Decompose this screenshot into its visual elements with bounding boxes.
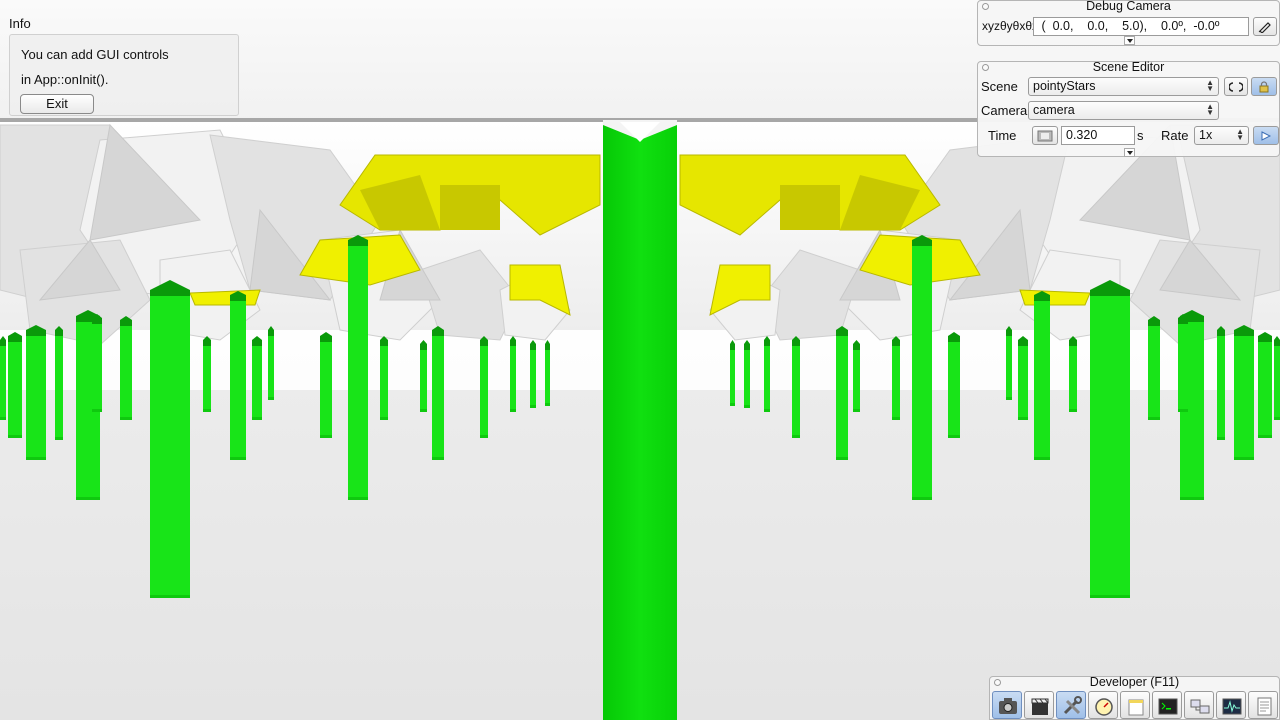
- camera-reset-button[interactable]: [1253, 17, 1277, 36]
- network-icon: [1190, 699, 1210, 714]
- camera-coords-label: xyzθyθxθz: [982, 19, 1039, 33]
- debug-camera-window: Debug Camera xyzθyθxθz ( 0.0, 0.0, 5.0),…: [977, 0, 1280, 46]
- developer-tool-button[interactable]: [1088, 691, 1118, 719]
- info-text-line-1: You can add GUI controls: [21, 47, 169, 62]
- debug-camera-title: Debug Camera: [1086, 0, 1171, 13]
- speedometer-icon: [1095, 698, 1113, 716]
- info-text-line-2: in App::onInit().: [21, 72, 109, 87]
- info-pane: You can add GUI controls in App::onInit(…: [9, 34, 239, 116]
- chevron-down-icon[interactable]: [1124, 36, 1135, 45]
- scene-dropdown-value: pointyStars: [1033, 79, 1096, 93]
- time-unit-label: s: [1137, 128, 1144, 143]
- camera-icon: [999, 698, 1017, 714]
- updown-arrow-icon: ▲ ▼: [1206, 102, 1214, 117]
- rate-label: Rate: [1161, 128, 1189, 143]
- info-window-title: Info: [9, 16, 31, 31]
- developer-tool-button[interactable]: [1024, 691, 1054, 719]
- time-label: Time: [988, 128, 1017, 143]
- window-icon: [1128, 699, 1144, 716]
- scene-editor-title: Scene Editor: [1092, 60, 1165, 74]
- developer-tool-button[interactable]: [1216, 691, 1246, 719]
- time-field[interactable]: 0.320: [1061, 126, 1135, 145]
- developer-tool-button[interactable]: [992, 691, 1022, 719]
- rate-dropdown[interactable]: 1x ▲ ▼: [1194, 126, 1249, 145]
- lock-scene-button[interactable]: [1251, 77, 1277, 96]
- info-window: Info You can add GUI controls in App::on…: [0, 13, 240, 117]
- camera-coords-field[interactable]: ( 0.0, 0.0, 5.0), 0.0º, -0.0º: [1033, 17, 1249, 36]
- developer-tool-button[interactable]: [1184, 691, 1214, 719]
- camera-dropdown[interactable]: camera ▲ ▼: [1028, 101, 1219, 120]
- chevron-down-icon[interactable]: [1124, 148, 1135, 157]
- window-close-icon[interactable]: [994, 679, 1001, 686]
- clapperboard-icon: [1031, 698, 1049, 715]
- play-icon: [1261, 130, 1271, 141]
- reload-icon: [1229, 81, 1243, 92]
- terminal-icon: [1158, 698, 1178, 715]
- time-rewind-button[interactable]: [1032, 126, 1058, 145]
- rate-dropdown-value: 1x: [1199, 128, 1213, 142]
- exit-button[interactable]: Exit: [20, 94, 94, 114]
- scene-editor-window: Scene Editor Scene pointyStars ▲ ▼ Camera…: [977, 60, 1280, 157]
- pencil-icon: [1258, 21, 1271, 33]
- reload-scene-button[interactable]: [1224, 77, 1248, 96]
- document-icon: [1257, 697, 1272, 716]
- developer-tool-button[interactable]: [1056, 691, 1086, 719]
- window-close-icon[interactable]: [982, 3, 989, 10]
- updown-arrow-icon: ▲ ▼: [1236, 127, 1244, 142]
- developer-tool-button[interactable]: [1120, 691, 1150, 719]
- developer-tool-button[interactable]: [1152, 691, 1182, 719]
- window-close-icon[interactable]: [982, 64, 989, 71]
- developer-tool-button[interactable]: [1248, 691, 1278, 719]
- scene-label: Scene: [981, 79, 1018, 94]
- film-icon: [1037, 130, 1053, 141]
- play-button[interactable]: [1253, 126, 1279, 145]
- camera-label: Camera: [981, 103, 1028, 118]
- lock-icon: [1259, 80, 1269, 92]
- scene-dropdown[interactable]: pointyStars ▲ ▼: [1028, 77, 1219, 96]
- camera-dropdown-value: camera: [1033, 103, 1075, 117]
- developer-window: Developer (F11): [989, 675, 1280, 720]
- tools-icon: [1063, 696, 1082, 715]
- developer-title: Developer (F11): [1089, 675, 1180, 689]
- updown-arrow-icon: ▲ ▼: [1206, 78, 1214, 93]
- profiler-icon: [1222, 698, 1242, 715]
